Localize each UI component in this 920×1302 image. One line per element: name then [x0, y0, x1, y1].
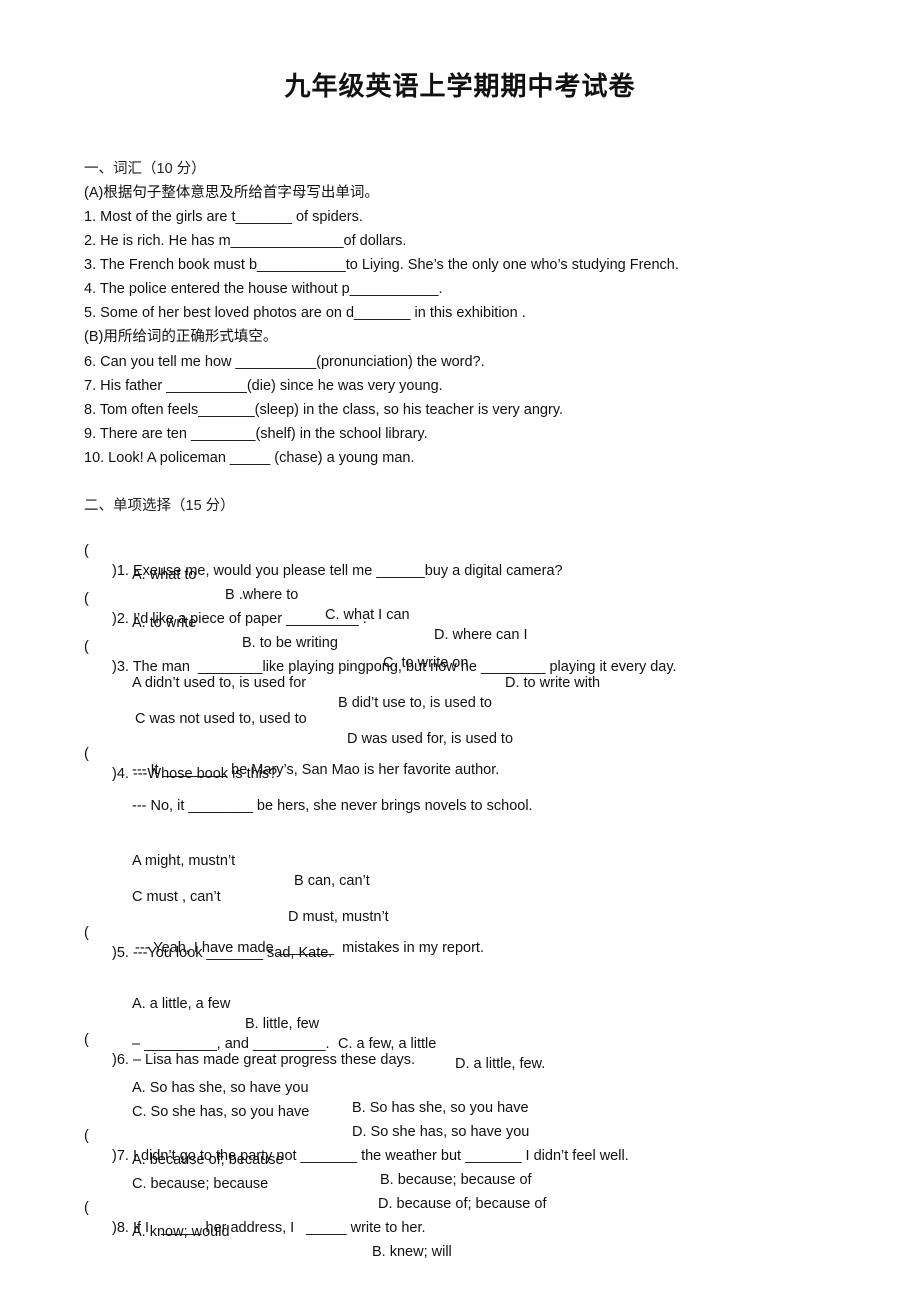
option: B. because; because of — [380, 1172, 532, 1188]
option: B. to be writing — [242, 635, 338, 651]
question-item: 10. Look! A policeman _____ (chase) a yo… — [84, 450, 415, 466]
question-item: 9. There are ten ________(shelf) in the … — [84, 426, 428, 442]
option: A. know; would — [132, 1224, 230, 1240]
option: D. because of; because of — [378, 1196, 547, 1212]
option: B .where to — [225, 587, 299, 603]
question-4: ( )4. ---Whose book is this? — [84, 724, 277, 784]
option: A. So has she, so have you — [132, 1080, 309, 1096]
question-7: ( )7. I didn’t go to the party not _____… — [84, 1106, 629, 1166]
dialogue-line: --- Yeah, I have made _______ mistakes i… — [135, 940, 484, 956]
question-8: ( )8. If I _____ her address, I _____ wr… — [84, 1178, 426, 1238]
answer-paren: ( — [84, 925, 89, 941]
answer-paren: ( — [84, 1200, 89, 1216]
option: D. So she has, so have you — [352, 1124, 530, 1140]
question-item: 6. Can you tell me how __________(pronun… — [84, 354, 485, 370]
option: B. knew; will — [372, 1244, 452, 1260]
question-item: 7. His father __________(die) since he w… — [84, 378, 443, 394]
question-item: 3. The French book must b___________to L… — [84, 257, 679, 273]
option: A. because of; because — [132, 1152, 284, 1168]
question-item: 8. Tom often feels_______(sleep) in the … — [84, 402, 564, 418]
option: A didn’t used to, is used for — [132, 675, 307, 691]
part-a-instruction: (A)根据句子整体意思及所给首字母写出单词。 — [84, 185, 379, 201]
option: B can, can’t — [294, 873, 370, 889]
dialogue-line: --- No, it ________ be hers, she never b… — [132, 798, 533, 814]
option: C. because; because — [132, 1176, 269, 1192]
answer-paren: ( — [84, 591, 89, 607]
page-title: 九年级英语上学期期中考试卷 — [284, 72, 636, 102]
answer-paren: ( — [84, 639, 89, 655]
question-6: ( )6. – Lisa has made great progress the… — [84, 1010, 415, 1070]
answer-paren: ( — [84, 1032, 89, 1048]
dialogue-line: – _________, and _________. — [132, 1036, 330, 1052]
question-item: 5. Some of her best loved photos are on … — [84, 305, 526, 321]
answer-paren: ( — [84, 1128, 89, 1144]
answer-paren: ( — [84, 746, 89, 762]
option: B. So has she, so you have — [352, 1100, 529, 1116]
option: D. where can I — [434, 627, 528, 643]
section-heading-vocabulary: 一、词汇（10 分） — [84, 161, 206, 177]
question-item: 1. Most of the girls are t_______ of spi… — [84, 209, 363, 225]
options-row: C must , can’t D must, mustn’t — [0, 867, 389, 927]
option: A. a little, a few — [132, 996, 231, 1012]
question-item: 4. The police entered the house without … — [84, 281, 443, 297]
option: A. to write — [132, 615, 197, 631]
option: A might, mustn’t — [132, 853, 236, 869]
options-row: A. know; would B. knew; will — [0, 1202, 452, 1262]
question-3: ( )3. The man ________like playing pingp… — [84, 617, 677, 677]
option: D. a little, few. — [455, 1056, 546, 1072]
question-5: ( )5. ---You look _______ sad, Kate. — [84, 903, 332, 963]
option: B did’t use to, is used to — [338, 695, 492, 711]
answer-paren: ( — [84, 543, 89, 559]
option: C must , can’t — [132, 889, 221, 905]
option: D was used for, is used to — [347, 731, 514, 747]
part-b-instruction: (B)用所给词的正确形式填空。 — [84, 329, 278, 345]
dialogue-line: --- It ________ be Mary’s, San Mao is he… — [132, 762, 500, 778]
options-row: C was not used to, used to D was used fo… — [0, 689, 513, 749]
option: A. what to — [132, 567, 197, 583]
question-item: 2. He is rich. He has m______________of … — [84, 233, 407, 249]
section-heading-multiple-choice: 二、单项选择（15 分） — [84, 498, 235, 514]
option: B. little, few — [245, 1016, 320, 1032]
option: D must, mustn’t — [288, 909, 389, 925]
option: C was not used to, used to — [135, 711, 307, 727]
option: C. So she has, so you have — [132, 1104, 310, 1120]
